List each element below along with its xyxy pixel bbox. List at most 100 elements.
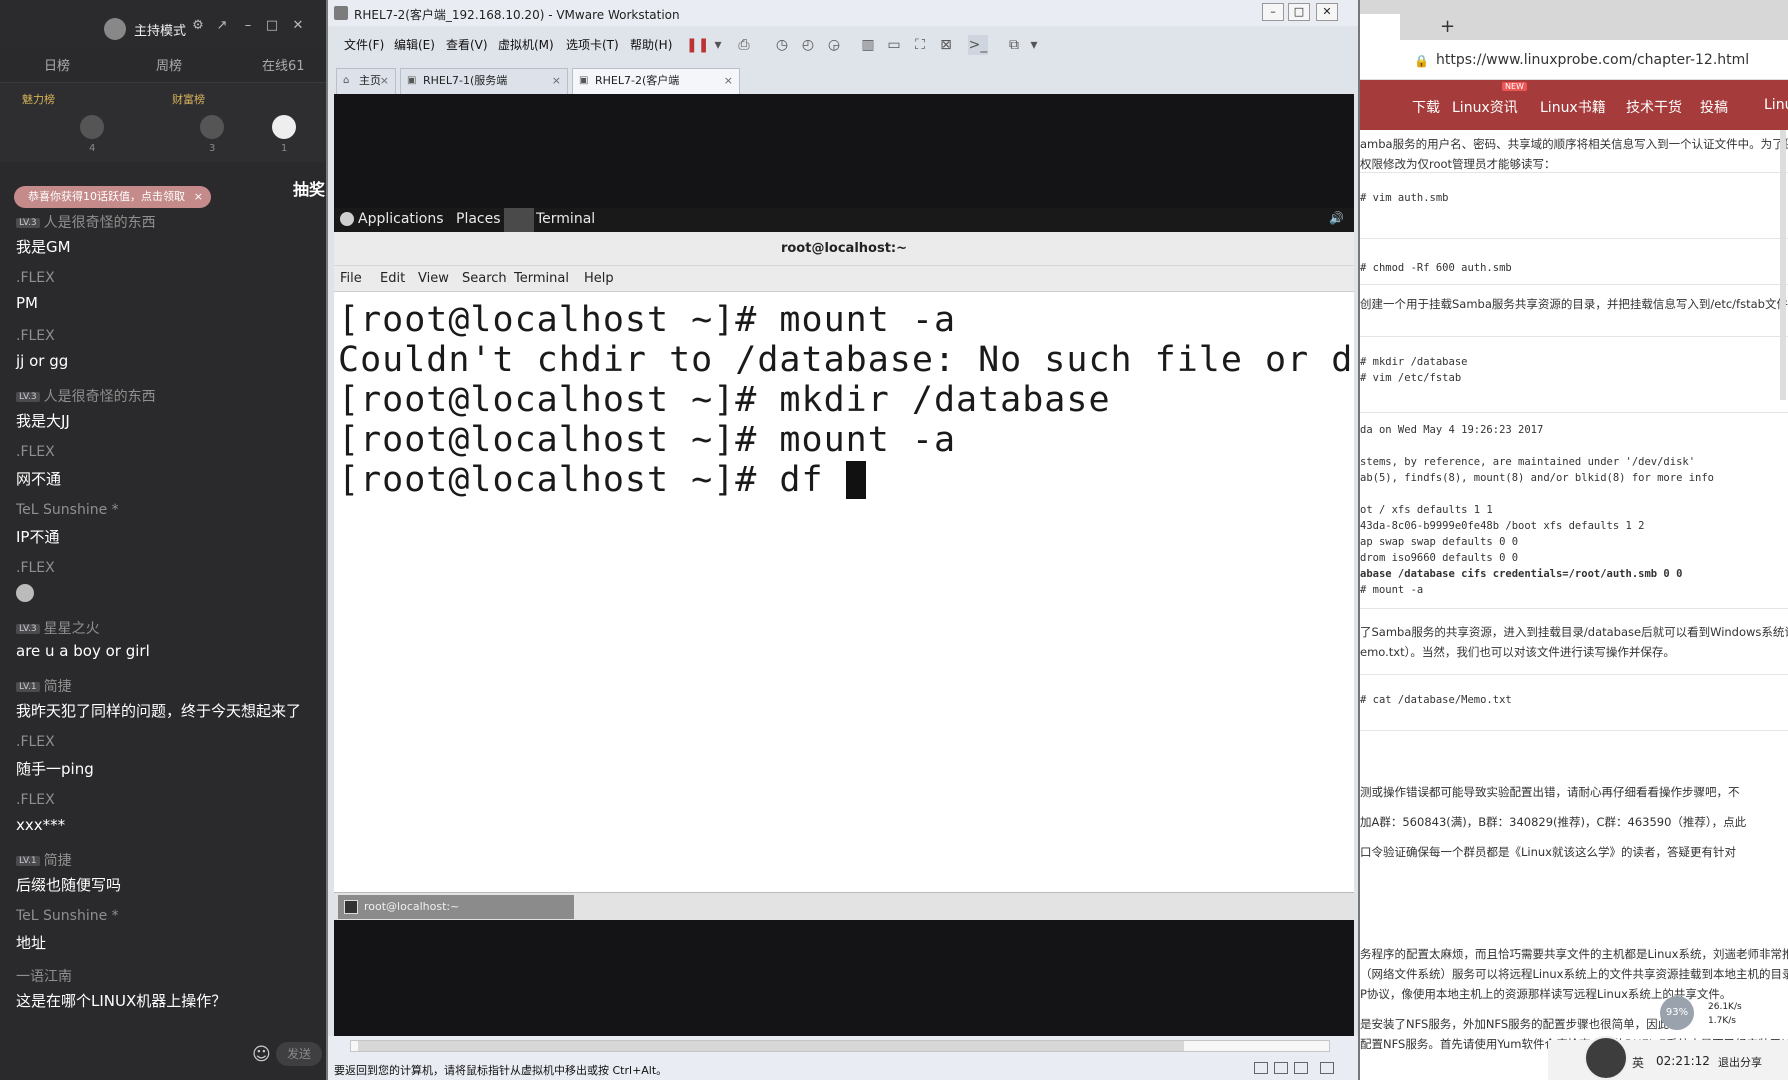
nav-item[interactable]: Linu <box>1764 97 1788 113</box>
dropdown-icon[interactable]: ▾ <box>708 35 728 55</box>
stretch-icon[interactable]: ⧉ <box>1004 35 1024 55</box>
applications-menu[interactable]: Applications <box>358 211 444 227</box>
hdd-icon[interactable] <box>1254 1062 1268 1074</box>
chat-username[interactable]: .FLEX <box>16 328 316 348</box>
menu-tabs[interactable]: 选项卡(T) <box>566 36 619 53</box>
pause-icon[interactable]: ❚❚ <box>686 35 709 55</box>
minimize-icon[interactable]: – <box>240 18 256 34</box>
unity-icon[interactable]: ⊠ <box>936 35 956 55</box>
terminal-menu-search[interactable]: Search <box>462 271 507 286</box>
nav-item[interactable]: 投稿 <box>1700 97 1728 117</box>
chat-username[interactable]: LV.3 星星之火 <box>16 618 316 638</box>
send-button[interactable]: 发送 <box>276 1042 322 1066</box>
chat-username[interactable]: .FLEX <box>16 734 316 754</box>
thumbnail-icon[interactable]: ▭ <box>884 35 904 55</box>
share-icon[interactable]: ↗ <box>214 18 230 34</box>
places-menu[interactable]: Places <box>456 211 501 227</box>
menu-vm[interactable]: 虚拟机(M) <box>498 36 554 53</box>
chat-username[interactable]: TeL Sunshine * <box>16 502 316 522</box>
display-icon[interactable] <box>1320 1062 1334 1074</box>
cdrom-icon[interactable] <box>1274 1062 1288 1074</box>
settings-icon[interactable]: ⚙ <box>190 18 206 34</box>
menu-help[interactable]: 帮助(H) <box>630 36 672 53</box>
chat-username[interactable]: .FLEX <box>16 560 316 580</box>
vm-tab-row: ⌂ 主页 × ▣ RHEL7-1(服务端_192.168.10... × ▣ R… <box>328 68 1358 111</box>
snapshot-icon[interactable]: ◷ <box>772 35 792 55</box>
rank-avatar[interactable] <box>272 115 296 139</box>
menu-edit[interactable]: 编辑(E) <box>394 36 435 53</box>
new-tab-button[interactable]: + <box>1440 16 1455 37</box>
tab-close-icon[interactable]: × <box>380 69 389 93</box>
nav-item[interactable]: 技术干货 <box>1626 97 1682 117</box>
chat-username[interactable]: LV.3 人是很奇怪的东西 <box>16 386 316 406</box>
chat-username[interactable]: LV.3 人是很奇怪的东西 <box>16 212 316 232</box>
chat-username[interactable]: TeL Sunshine * <box>16 908 316 928</box>
nav-item[interactable]: Linux书籍 <box>1540 97 1606 117</box>
scroll-thumb[interactable] <box>358 1041 1184 1051</box>
page-scrollbar[interactable] <box>1780 130 1786 400</box>
volume-icon[interactable]: 🔊 <box>1329 211 1344 225</box>
terminal-menu-help[interactable]: Help <box>584 271 614 286</box>
exit-share-button[interactable]: 退出分享 <box>1718 1054 1762 1070</box>
chat-username[interactable]: .FLEX <box>16 444 316 464</box>
terminal-menu-view[interactable]: View <box>418 271 449 286</box>
status-text: 要返回到您的计算机，请将鼠标指针从虚拟机中移出或按 Ctrl+Alt。 <box>334 1064 668 1077</box>
tab-daily[interactable]: 日榜 <box>44 55 70 74</box>
fullscreen-icon[interactable]: ⛶ <box>910 35 930 55</box>
tab-home[interactable]: ⌂ 主页 × <box>336 68 396 94</box>
notice-close-icon[interactable]: × <box>194 186 203 208</box>
cpu-usage-badge[interactable]: 93% <box>1660 996 1694 1030</box>
revert-snapshot-icon[interactable]: ◴ <box>798 35 818 55</box>
close-button[interactable]: ✕ <box>1316 3 1338 21</box>
address-bar[interactable]: 🔒 https://www.linuxprobe.com/chapter-12.… <box>1360 40 1788 80</box>
tab-weekly[interactable]: 周榜 <box>156 55 182 74</box>
terminal-menu[interactable]: Terminal <box>536 211 595 227</box>
console-icon[interactable]: >_ <box>968 35 988 55</box>
tab-online[interactable]: 在线61 <box>262 55 305 74</box>
browser-tab[interactable] <box>1360 14 1400 40</box>
user-level-badge: LV.3 <box>16 624 40 634</box>
chat-username[interactable]: .FLEX <box>16 792 316 812</box>
network-icon[interactable] <box>1294 1062 1308 1074</box>
horizontal-scrollbar[interactable] <box>328 1036 1358 1058</box>
stretch-dropdown-icon[interactable]: ▾ <box>1024 35 1044 55</box>
sidebar-icon[interactable]: ▥ <box>858 35 878 55</box>
chat-username[interactable]: 一语江南 <box>16 966 316 986</box>
tab-close-icon[interactable]: × <box>724 69 733 93</box>
menu-file[interactable]: 文件(F) <box>344 36 384 53</box>
rank-avatar[interactable] <box>200 115 224 139</box>
maximize-icon[interactable]: □ <box>264 18 280 34</box>
menu-view[interactable]: 查看(V) <box>446 36 488 53</box>
charm-rank-label[interactable]: 魅力榜 <box>22 91 55 107</box>
wealth-rank-label[interactable]: 财富榜 <box>172 91 205 107</box>
tab-close-icon[interactable]: × <box>552 69 561 93</box>
rank-avatar[interactable] <box>80 115 104 139</box>
taskbar-terminal-item[interactable]: root@localhost:~ <box>338 895 574 919</box>
terminal-menu-terminal[interactable]: Terminal <box>514 271 569 286</box>
maximize-button[interactable]: □ <box>1288 3 1310 21</box>
reward-notice[interactable]: 恭喜你获得10话跃值，点击领取 × <box>14 186 211 208</box>
chat-username[interactable]: LV.1 简捷 <box>16 676 316 696</box>
article-paragraph: 权限修改为仅root管理员才能够读写： <box>1360 157 1556 171</box>
code-line: ot / xfs defaults 1 1 <box>1360 504 1493 516</box>
terminal-menu-file[interactable]: File <box>340 271 362 286</box>
url-text[interactable]: https://www.linuxprobe.com/chapter-12.ht… <box>1436 52 1749 68</box>
emoji-icon[interactable]: ☺ <box>252 1044 271 1065</box>
live-chat-panel: 主持模式 ⚙ ↗ – □ ✕ 日榜 周榜 在线61 魅力榜 财富榜 4 3 1 … <box>0 0 326 1080</box>
tab-rhel7-2[interactable]: ▣ RHEL7-2(客户端_192.168... × <box>572 68 740 111</box>
tab-rhel7-1[interactable]: ▣ RHEL7-1(服务端_192.168.10... × <box>400 68 568 111</box>
terminal-output[interactable]: [root@localhost ~]# mount -a Couldn't ch… <box>334 292 1354 892</box>
close-icon[interactable]: ✕ <box>290 18 306 34</box>
terminal-app-icon <box>504 208 534 232</box>
chat-username[interactable]: LV.1 简捷 <box>16 850 316 870</box>
snapshot-manager-icon[interactable]: ◶ <box>824 35 844 55</box>
nav-item[interactable]: Linux资讯 <box>1452 97 1518 117</box>
ime-indicator[interactable]: 英 <box>1632 1054 1644 1071</box>
terminal-menu-edit[interactable]: Edit <box>380 271 405 286</box>
minimize-button[interactable]: – <box>1262 3 1284 21</box>
send-keys-icon[interactable]: ⎙ <box>734 35 754 55</box>
chat-username[interactable]: .FLEX <box>16 270 316 290</box>
host-avatar[interactable] <box>104 18 126 40</box>
nav-item[interactable]: 下载 <box>1412 97 1440 117</box>
chat-username-text: .FLEX <box>16 734 55 750</box>
